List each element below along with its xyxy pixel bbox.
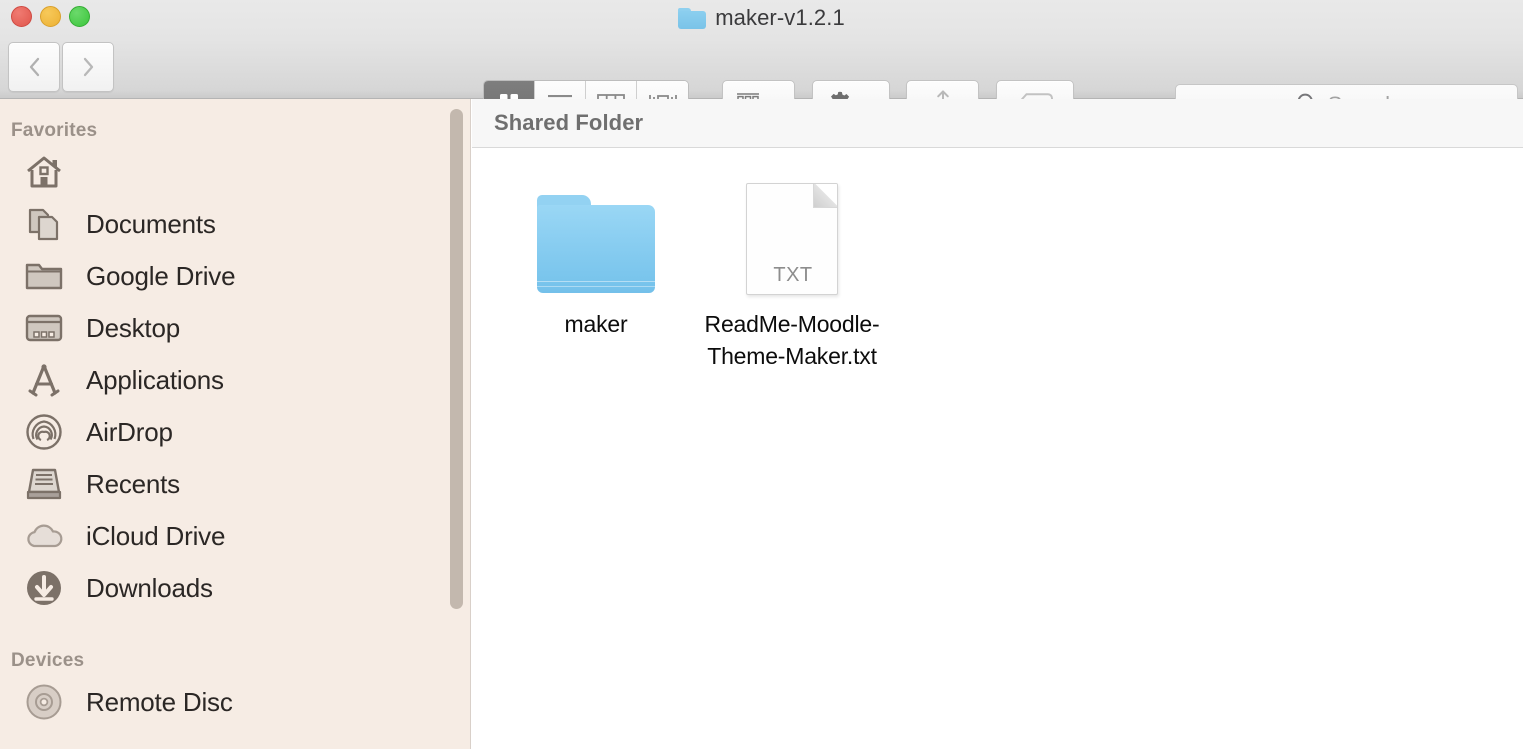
- finder-window: maker-v1.2.1 Favorites Documents Google …: [0, 0, 1523, 749]
- sidebar-item-documents[interactable]: Documents: [0, 198, 470, 250]
- page-fold-corner: [813, 184, 837, 208]
- sidebar-item-label: Remote Disc: [86, 686, 233, 717]
- forward-button[interactable]: [62, 42, 114, 92]
- sidebar-item-label: Recents: [86, 468, 180, 499]
- sidebar-item-desktop[interactable]: Desktop: [0, 302, 470, 354]
- sidebar-item-label: Applications: [86, 364, 224, 395]
- text-document-icon: TXT: [746, 183, 838, 295]
- sidebar-section-favorites: Favorites: [11, 120, 98, 141]
- navigation-buttons: [8, 42, 114, 92]
- sidebar-item-label: Documents: [86, 208, 216, 239]
- file-icon-grid: maker TXT ReadMe-Moodle-Theme-Maker.txt: [472, 148, 1523, 372]
- file-item-folder[interactable]: maker: [498, 166, 694, 372]
- content-area: Shared Folder maker TXT ReadMe-Moodle-Th…: [472, 99, 1523, 749]
- sidebar-item-downloads[interactable]: Downloads: [0, 562, 470, 614]
- sidebar-item-google-drive[interactable]: Google Drive: [0, 250, 470, 302]
- sidebar-item-label: Downloads: [86, 572, 213, 603]
- sidebar-item-label: Desktop: [86, 312, 180, 343]
- folder-icon: [678, 7, 707, 29]
- sidebar: Favorites Documents Google Drive Desktop…: [0, 99, 471, 749]
- recents-icon: [24, 464, 64, 504]
- file-icon: [535, 180, 657, 295]
- toolbar: Search: [0, 40, 1523, 130]
- sidebar-item-label: iCloud Drive: [86, 520, 226, 551]
- file-name-label: maker: [564, 311, 628, 337]
- content-header: Shared Folder: [472, 99, 1523, 148]
- sidebar-item-home[interactable]: [0, 146, 470, 198]
- sidebar-section-devices: Devices: [11, 650, 85, 671]
- sidebar-item-icloud-drive[interactable]: iCloud Drive: [0, 510, 470, 562]
- window-title-text: maker-v1.2.1: [715, 5, 845, 30]
- sidebar-item-label: AirDrop: [86, 416, 173, 447]
- content-header-title: Shared Folder: [494, 110, 644, 135]
- titlebar: maker-v1.2.1: [0, 0, 1523, 130]
- home-icon: [24, 152, 64, 192]
- folder-icon: [24, 256, 64, 296]
- icloud-icon: [24, 516, 64, 556]
- file-icon: TXT: [746, 180, 838, 295]
- chevron-left-icon: [28, 56, 41, 78]
- sidebar-item-label: Google Drive: [86, 260, 236, 291]
- folder-icon: [535, 195, 657, 295]
- documents-icon: [24, 204, 64, 244]
- file-name-label: ReadMe-Moodle-Theme-Maker.txt: [704, 311, 880, 369]
- sidebar-item-remote-disc[interactable]: Remote Disc: [0, 676, 470, 728]
- file-item-text-document[interactable]: TXT ReadMe-Moodle-Theme-Maker.txt: [694, 166, 890, 372]
- desktop-icon: [24, 308, 64, 348]
- file-extension-badge: TXT: [773, 264, 813, 286]
- applications-icon: [24, 360, 64, 400]
- chevron-right-icon: [82, 56, 95, 78]
- disc-icon: [24, 682, 64, 722]
- back-button[interactable]: [8, 42, 60, 92]
- sidebar-scrollbar[interactable]: [450, 109, 463, 609]
- sidebar-item-airdrop[interactable]: AirDrop: [0, 406, 470, 458]
- downloads-icon: [24, 568, 64, 608]
- window-title: maker-v1.2.1: [0, 0, 1523, 36]
- sidebar-item-applications[interactable]: Applications: [0, 354, 470, 406]
- sidebar-item-recents[interactable]: Recents: [0, 458, 470, 510]
- airdrop-icon: [24, 412, 64, 452]
